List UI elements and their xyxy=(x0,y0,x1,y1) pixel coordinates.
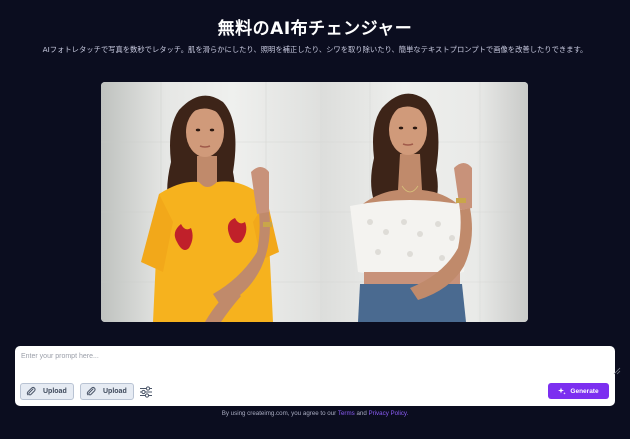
terms-notice-and: and xyxy=(356,410,367,417)
page-subtitle: AIフォトレタッチで写真を数秒でレタッチ。肌を滑らかにしたり、照明を補正したり、… xyxy=(42,45,588,54)
terms-notice-prefix: By using createimg.com, you agree to our xyxy=(221,410,337,417)
terms-notice: By using createimg.com, you agree to our… xyxy=(0,410,630,417)
upload-button-1-label: Upload xyxy=(43,388,67,395)
image-comparison-preview xyxy=(101,82,528,322)
resize-grip-icon[interactable] xyxy=(613,367,621,375)
page-title: 無料のAI布チェンジャー xyxy=(217,19,413,39)
after-image xyxy=(320,82,528,322)
generate-button-label: Generate xyxy=(570,387,599,395)
before-image xyxy=(101,82,320,322)
upload-button-2-label: Upload xyxy=(103,388,127,395)
upload-button-2[interactable]: Upload xyxy=(80,383,134,400)
paperclip-icon xyxy=(86,386,96,397)
generate-button[interactable]: Generate xyxy=(548,383,609,399)
sliders-settings-icon[interactable] xyxy=(139,384,153,398)
privacy-policy-link[interactable]: Privacy Policy. xyxy=(369,410,409,417)
sparkle-icon xyxy=(558,387,567,395)
terms-link[interactable]: Terms xyxy=(338,410,355,417)
prompt-input[interactable] xyxy=(20,350,606,378)
paperclip-icon xyxy=(26,386,36,397)
upload-button-1[interactable]: Upload xyxy=(20,383,74,400)
